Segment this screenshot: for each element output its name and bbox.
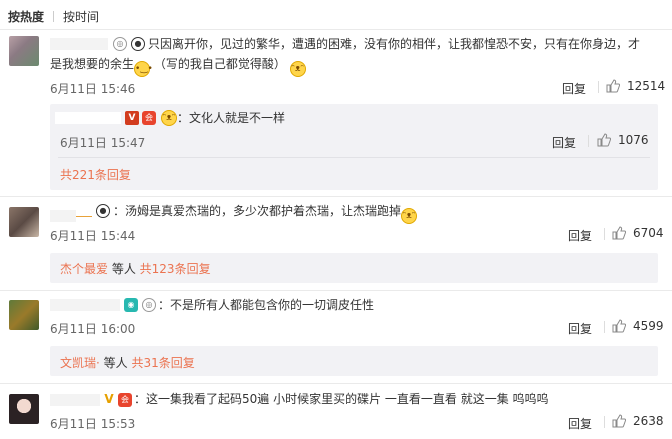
divider xyxy=(0,29,672,30)
comment-text: ：汤姆是真爱杰瑞的，多少次都护着杰瑞，让杰瑞跑掉 ᵔᴥᵔ xyxy=(113,201,418,224)
more-replies-link[interactable]: 杰个最爱 等人 共123条回复 xyxy=(60,260,211,277)
divider xyxy=(0,196,672,197)
reply-button[interactable]: 回复 xyxy=(568,320,592,337)
emoji-icon: ᵔᴥᵔ xyxy=(161,110,177,126)
member-badge-icon: 会 xyxy=(118,393,132,407)
sort-by-hot[interactable]: 按热度 xyxy=(8,8,44,25)
reply-text: ：文化人就是不一样 xyxy=(177,111,286,125)
divider xyxy=(0,383,672,384)
emoji-icon: ᵔᴥᵔ xyxy=(401,208,418,224)
like-icon xyxy=(612,319,626,333)
more-replies-link[interactable]: 共221条回复 xyxy=(60,166,131,183)
emoji-icon: ᵔᴥᵔ xyxy=(289,61,306,77)
like-icon xyxy=(597,133,611,147)
like-button[interactable]: 2638 xyxy=(612,414,664,428)
like-icon xyxy=(612,414,626,428)
comment-time: 6月11日 15:46 xyxy=(50,82,136,96)
medal-icon: ◎ xyxy=(142,298,156,312)
camera-icon: ◉ xyxy=(124,298,138,312)
panda-icon: ● xyxy=(131,37,145,51)
sort-divider xyxy=(53,10,55,22)
panda-icon: ● xyxy=(96,204,110,218)
avatar[interactable] xyxy=(9,36,39,66)
divider xyxy=(58,157,650,158)
avatar[interactable] xyxy=(9,394,39,424)
member-badge-icon: 会 xyxy=(142,111,156,125)
divider xyxy=(604,321,605,333)
like-count: 1076 xyxy=(618,133,649,147)
reply-username[interactable] xyxy=(55,112,121,124)
emoji-icon: •‿• xyxy=(134,61,153,77)
divider xyxy=(604,228,605,240)
medal-icon: ◎ xyxy=(113,37,127,51)
reply-button[interactable]: 回复 xyxy=(568,227,592,244)
username-underline xyxy=(76,216,92,217)
like-button[interactable]: 4599 xyxy=(612,319,664,333)
like-count: 12514 xyxy=(627,79,666,93)
comment-text-continued: 是我想要的余生•‿• （写的我自己都觉得酸） ᵔᴥᵔ xyxy=(50,54,306,77)
reply-button[interactable]: 回复 xyxy=(552,134,576,151)
sort-bar: 按热度 按时间 xyxy=(8,8,99,24)
more-replies-link[interactable]: 文凯瑞· 等人 共31条回复 xyxy=(60,354,195,371)
like-button[interactable]: 1076 xyxy=(597,133,649,147)
like-icon xyxy=(612,226,626,240)
comment-text: ：这一集我看了起码50遍 小时候家里买的碟片 一直看一直看 就这一集 呜呜呜 xyxy=(134,392,549,406)
reply-button[interactable]: 回复 xyxy=(562,80,586,97)
verified-v-icon: V xyxy=(104,392,114,406)
like-count: 4599 xyxy=(633,319,664,333)
divider xyxy=(598,81,599,93)
divider xyxy=(588,135,589,147)
comment-time: 6月11日 16:00 xyxy=(50,322,136,336)
avatar[interactable] xyxy=(9,207,39,237)
like-button[interactable]: 12514 xyxy=(606,79,665,93)
username[interactable] xyxy=(50,38,108,50)
like-count: 6704 xyxy=(633,226,664,240)
like-icon xyxy=(606,79,620,93)
divider xyxy=(0,290,672,291)
sort-by-time[interactable]: 按时间 xyxy=(63,8,99,25)
comment-text: ：不是所有人都能包含你的一切调皮任性 xyxy=(158,298,375,312)
comment-text: 只因离开你，见过的繁华，遭遇的困难，没有你的相伴，让我都惶恐不安，只有在你身边，… xyxy=(148,37,641,51)
like-count: 2638 xyxy=(633,414,664,428)
avatar[interactable] xyxy=(9,300,39,330)
username[interactable] xyxy=(50,299,120,311)
username[interactable] xyxy=(50,210,76,222)
like-button[interactable]: 6704 xyxy=(612,226,664,240)
comment-time: 6月11日 15:44 xyxy=(50,229,136,243)
username[interactable] xyxy=(50,394,100,406)
reply-time: 6月11日 15:47 xyxy=(60,136,146,150)
verified-v-icon: V xyxy=(125,111,139,125)
comment-time: 6月11日 15:53 xyxy=(50,417,136,431)
divider xyxy=(604,416,605,428)
reply-button[interactable]: 回复 xyxy=(568,415,592,432)
